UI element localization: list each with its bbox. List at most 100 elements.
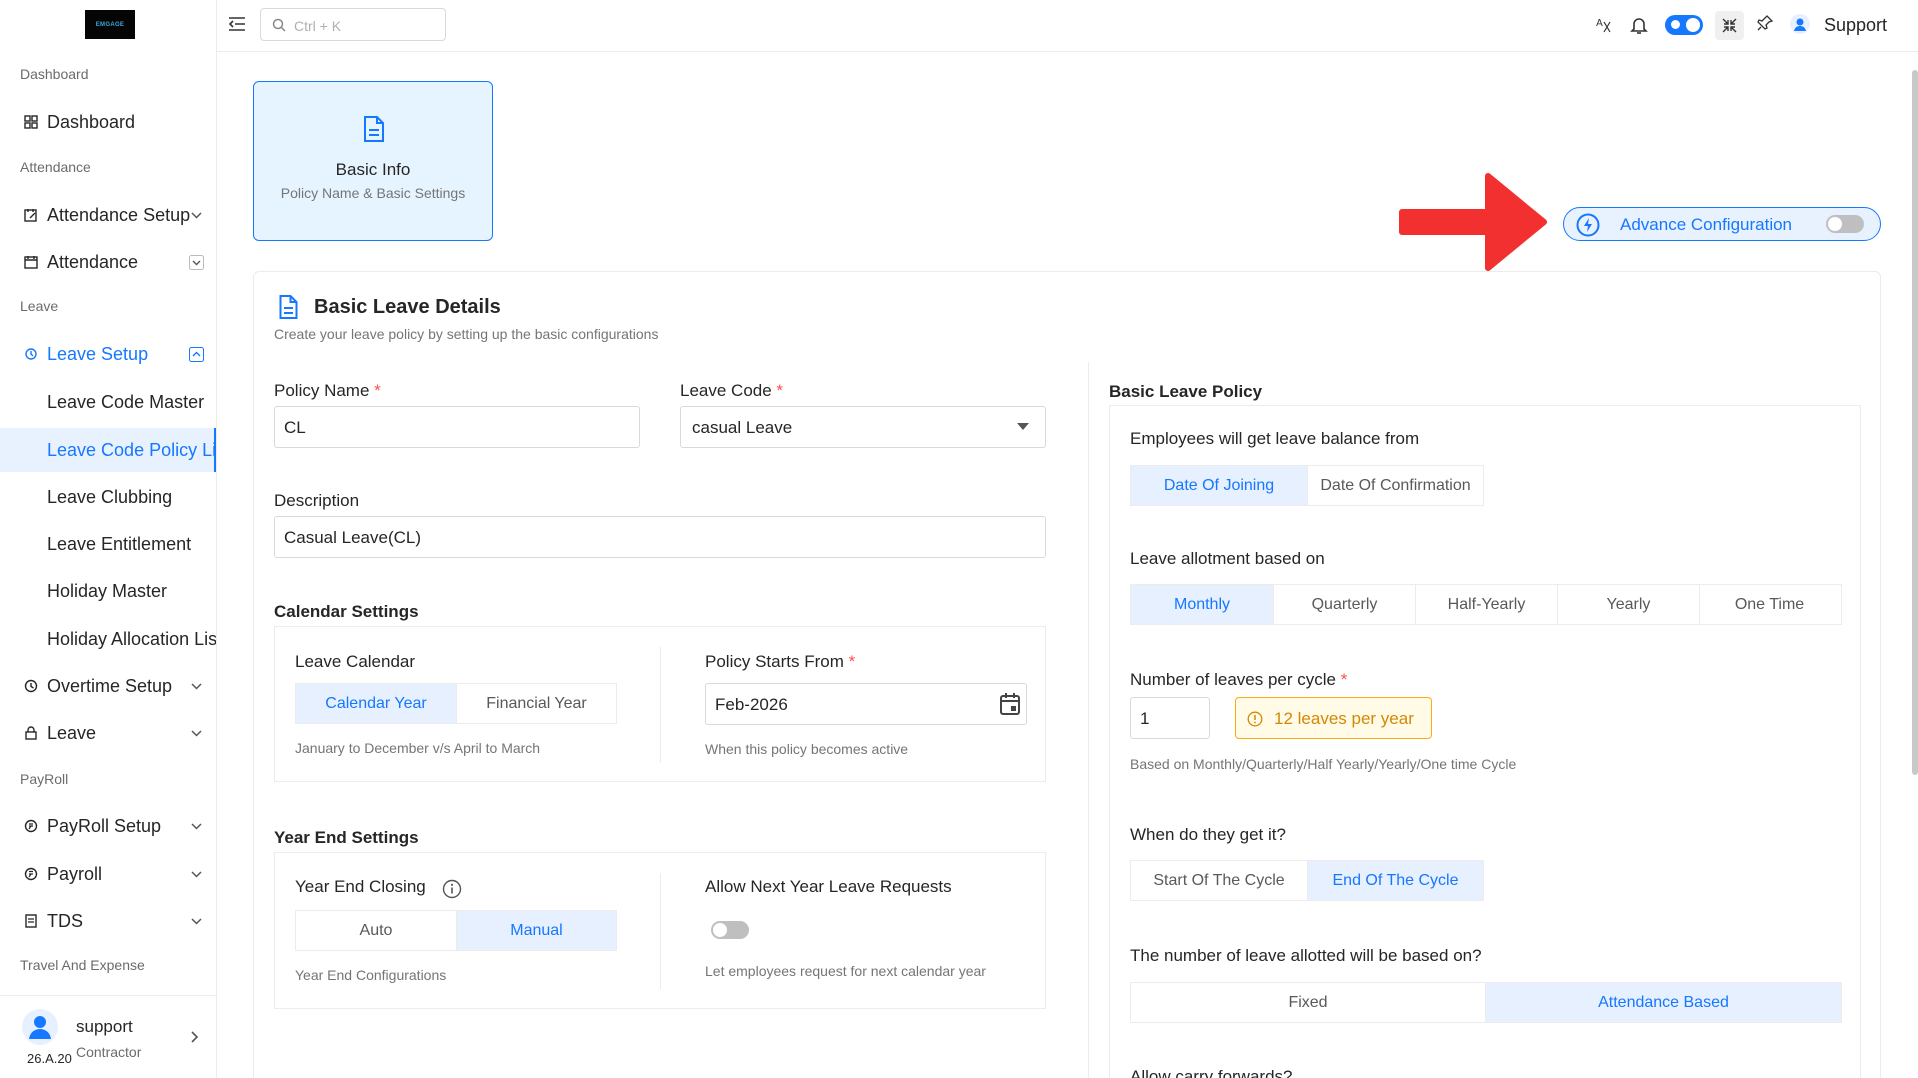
sidebar-item-leave-setup[interactable]: Leave Setup [0,334,216,374]
attendance-based-option[interactable]: Attendance Based [1485,983,1841,1022]
calendar-icon[interactable] [999,692,1021,716]
sidebar-item-label: PayRoll Setup [47,815,162,836]
sidebar-item-payroll-setup[interactable]: PayRoll Setup [0,806,216,846]
financial-year-option[interactable]: Financial Year [456,684,616,723]
sidebar-item-label: Leave Code Master [47,391,205,412]
policy-name-input[interactable]: CL [274,406,640,448]
per-cycle-hint: Based on Monthly/Quarterly/Half Yearly/Y… [1130,756,1517,772]
sidebar-item-dashboard[interactable]: Dashboard [0,102,216,142]
chevron-down-icon[interactable] [189,679,204,694]
one-time-option[interactable]: One Time [1699,585,1839,624]
balance-from-label: Employees will get leave balance from [1130,429,1420,448]
fullscreen-exit-button[interactable] [1715,11,1744,40]
user-icon[interactable] [1790,14,1810,34]
per-cycle-input[interactable]: 1 [1130,697,1210,739]
annotation-arrow [1399,173,1547,271]
date-of-confirmation-option[interactable]: Date Of Confirmation [1307,466,1483,505]
advance-configuration-switch[interactable] [1826,215,1864,233]
sidebar-item-overtime-setup[interactable]: Overtime Setup [0,666,216,706]
user-profile[interactable]: support Contractor 26.A.20 [0,995,216,1078]
year-end-settings-title: Year End Settings [274,828,419,847]
calendar-year-option[interactable]: Calendar Year [296,684,456,723]
sidebar-item-attendance[interactable]: Attendance [0,242,216,282]
policy-starts-date-input[interactable]: Feb-2026 [705,683,1027,725]
manual-option[interactable]: Manual [456,911,616,950]
section-payroll: PayRoll [20,771,69,787]
date-of-joining-option[interactable]: Date Of Joining [1131,466,1307,505]
search-input[interactable]: Ctrl + K [260,8,446,41]
app-version: 26.A.20 [27,1051,72,1066]
sidebar-item-attendance-setup[interactable]: Attendance Setup [0,195,216,235]
sidebar-item-leave-code-master[interactable]: Leave Code Master [0,382,216,422]
chevron-right-icon[interactable] [188,1030,200,1044]
end-of-cycle-option[interactable]: End Of The Cycle [1307,861,1483,900]
sidebar-item-label: Payroll [47,863,103,884]
sidebar-item-label: Leave [47,722,97,743]
sidebar-item-holiday-master[interactable]: Holiday Master [0,571,216,611]
chevron-down-icon[interactable] [189,914,204,929]
edit-calendar-icon [24,209,37,222]
translate-icon[interactable]: A [1595,16,1613,34]
step-basic-info[interactable]: Basic Info Policy Name & Basic Settings [253,81,493,241]
divider [660,873,661,989]
search-icon [272,18,286,32]
sidebar-item-label: Holiday Allocation List [47,628,217,649]
bell-icon[interactable] [1630,15,1648,35]
user-menu-label[interactable]: Support [1824,15,1887,36]
chevron-up-icon[interactable] [189,347,204,362]
column-divider [1088,362,1089,1078]
sidebar-item-holiday-allocation-list[interactable]: Holiday Allocation List [0,619,217,659]
start-of-cycle-option[interactable]: Start Of The Cycle [1131,861,1307,900]
chevron-down-icon[interactable] [189,726,204,741]
allow-next-year-switch[interactable] [711,921,749,939]
info-icon [1247,711,1263,727]
balance-from-segmented: Date Of Joining Date Of Confirmation [1130,465,1484,506]
quarterly-option[interactable]: Quarterly [1273,585,1415,624]
scrollbar-thumb[interactable] [1912,70,1918,775]
info-icon[interactable] [442,879,462,899]
leave-calendar-segmented: Calendar Year Financial Year [295,683,617,724]
leave-code-label: Leave Code * [680,381,784,400]
sidebar-item-label: Leave Entitlement [47,533,192,554]
sidebar-item-leave-entitlement[interactable]: Leave Entitlement [0,524,216,564]
carry-forward-label: Allow carry forwards? [1130,1067,1293,1078]
allow-next-year-hint: Let employees request for next calendar … [705,963,986,979]
sidebar-item-tds[interactable]: TDS [0,901,216,941]
policy-starts-label: Policy Starts From * [705,652,856,671]
half-yearly-option[interactable]: Half-Yearly [1415,585,1557,624]
advance-configuration-toggle[interactable]: Advance Configuration [1563,207,1881,241]
sidebar-item-payroll[interactable]: Payroll [0,854,216,894]
when-segmented: Start Of The Cycle End Of The Cycle [1130,860,1484,901]
sidebar-item-leave-clubbing[interactable]: Leave Clubbing [0,477,216,517]
step-title: Basic Info [335,160,411,179]
description-input[interactable]: Casual Leave(CL) [274,516,1046,558]
menu-collapse-icon[interactable] [228,16,246,32]
leave-code-select[interactable]: casual Leave [680,406,1046,448]
leaves-per-year-badge: 12 leaves per year [1235,697,1432,739]
theme-toggle[interactable] [1665,15,1703,35]
form-subtitle: Create your leave policy by setting up t… [274,326,659,342]
sidebar-item-leave[interactable]: Leave [0,713,216,753]
sidebar: EMGAGE Dashboard Dashboard Attendance At… [0,0,217,1078]
policy-name-value: CL [284,418,306,437]
sidebar-item-label: Overtime Setup [47,675,173,696]
section-attendance: Attendance [20,159,91,175]
monthly-option[interactable]: Monthly [1131,585,1273,624]
brand-logo[interactable]: EMGAGE [85,10,135,39]
chevron-down-icon[interactable] [189,208,204,223]
chevron-down-icon[interactable] [189,819,204,834]
pin-icon[interactable] [1757,15,1773,31]
chevron-down-icon[interactable] [189,255,204,270]
yearly-option[interactable]: Yearly [1557,585,1699,624]
per-cycle-label: Number of leaves per cycle * [1130,670,1348,689]
chevron-down-icon[interactable] [189,867,204,882]
money-icon [24,867,38,881]
logo-text: EMGAGE [95,21,125,28]
fixed-option[interactable]: Fixed [1131,983,1485,1022]
leaves-per-year-text: 12 leaves per year [1274,709,1414,728]
description-label: Description [274,491,360,510]
year-end-closing-segmented: Auto Manual [295,910,617,951]
basic-leave-policy-title: Basic Leave Policy [1109,382,1263,401]
sidebar-item-leave-code-policy-list[interactable]: Leave Code Policy List [0,428,216,472]
auto-option[interactable]: Auto [296,911,456,950]
